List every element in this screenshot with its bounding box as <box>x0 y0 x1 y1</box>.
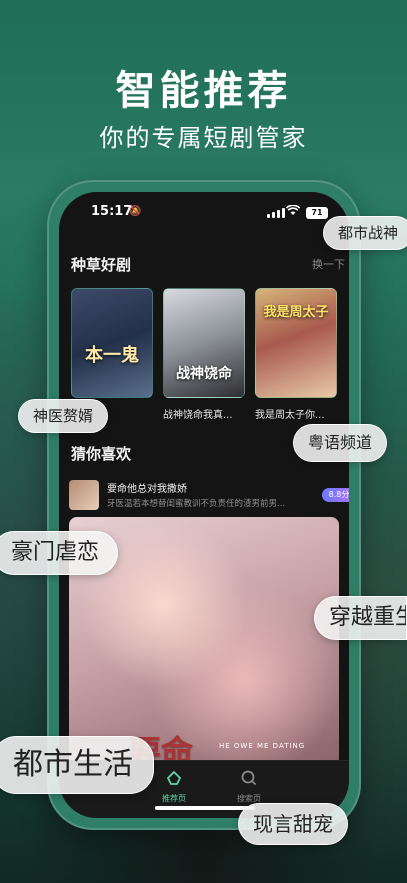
poster-card[interactable]: 我是周太子 我是周太子你... <box>255 288 337 421</box>
featured-overlay-subtitle: HE OWE ME DATING <box>219 742 306 750</box>
refresh-button[interactable]: 换一下 <box>312 256 345 272</box>
genre-tag-yueyu-pindao[interactable]: 粤语频道 <box>293 424 388 462</box>
section-title-recommend: 种草好剧 <box>71 256 132 274</box>
list-item-thumbnail <box>69 480 99 510</box>
genre-tag-chuanyue-chongsheng[interactable]: 穿越重生 <box>314 596 407 640</box>
status-time: 15:17 <box>91 204 133 219</box>
tab-search[interactable]: 搜索页 <box>219 769 279 804</box>
poster-overlay-text: 我是周太子 <box>263 305 329 320</box>
genre-tag-dushi-shenghuo[interactable]: 都市生活 <box>0 736 154 794</box>
poster-image: 战神饶命 <box>163 288 245 398</box>
section-title-guess: 猜你喜欢 <box>71 445 132 463</box>
poster-image: 我是周太子 <box>255 288 337 398</box>
home-indicator <box>155 806 255 810</box>
list-item-title: 要命他总对我撒娇 <box>107 484 187 495</box>
poster-caption: 我是周太子你... <box>255 410 325 421</box>
poster-caption: 战神饶命我真... <box>163 410 233 421</box>
phone-screen: 15:17 🔕 71 种草好剧 换一下 本一鬼 战神饶命 战神饶命我真... 我… <box>59 192 349 818</box>
genre-tag-shenyi-zhuixu[interactable]: 神医赘婿 <box>18 399 109 433</box>
poster-overlay-text: 本一鬼 <box>85 345 139 366</box>
poster-overlay-text: 战神饶命 <box>176 366 232 382</box>
headline-subtitle: 你的专属短剧管家 <box>99 124 308 152</box>
poster-image: 本一鬼 <box>71 288 153 398</box>
wifi-icon <box>285 204 301 219</box>
genre-tag-xianyan-tianchong[interactable]: 现言甜宠 <box>238 803 348 845</box>
status-bar: 15:17 🔕 71 <box>59 202 349 224</box>
headline-title: 智能推荐 <box>115 68 292 114</box>
genre-tag-dushi-zhanshen[interactable]: 都市战神 <box>323 216 407 250</box>
tab-label: 推荐页 <box>162 794 186 803</box>
poster-card[interactable]: 本一鬼 <box>71 288 153 406</box>
refresh-label: 换一下 <box>312 258 345 271</box>
score-badge: 8.8分 <box>322 488 349 502</box>
genre-tag-haomen-nuelian[interactable]: 豪门虐恋 <box>0 531 119 575</box>
mute-bell-icon: 🔕 <box>129 206 142 217</box>
battery-indicator: 71 <box>306 207 328 219</box>
search-icon <box>219 769 279 791</box>
list-item[interactable]: 要命他总对我撒娇 牙医温若本想替闺蜜教训不负责任的渣男前男... <box>69 480 339 514</box>
phone-frame: 15:17 🔕 71 种草好剧 换一下 本一鬼 战神饶命 战神饶命我真... 我… <box>47 180 361 830</box>
signal-icon <box>267 208 285 218</box>
list-item-description: 牙医温若本想替闺蜜教训不负责任的渣男前男... <box>107 499 286 509</box>
poster-card[interactable]: 战神饶命 战神饶命我真... <box>163 288 245 421</box>
